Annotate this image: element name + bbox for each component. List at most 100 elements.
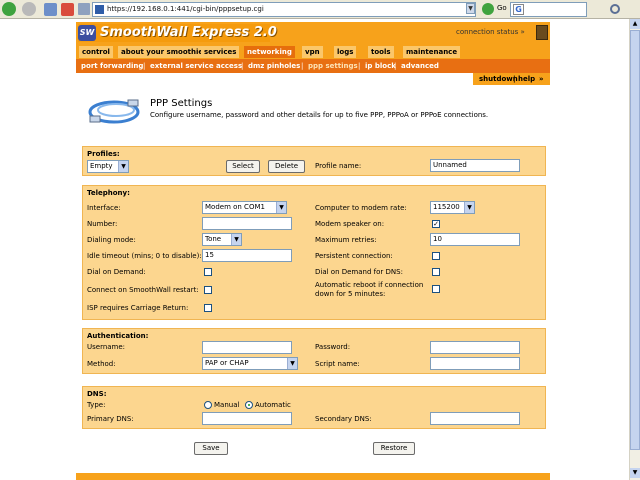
subnav-separator: | [358, 62, 361, 70]
secondary-dns-field[interactable] [430, 412, 520, 425]
profile-name-label: Profile name: [315, 162, 362, 170]
persistent-connection-label: Persistent connection: [315, 252, 393, 260]
carriage-return-checkbox[interactable] [204, 304, 212, 312]
password-label: Password: [315, 343, 351, 351]
google-icon: G [513, 4, 524, 15]
app-header: SW SmoothWall Express 2.0 connection sta… [76, 22, 550, 44]
telephony-section: Telephony: Interface: Modem on COM1 ▼ Co… [82, 185, 546, 320]
persistent-connection-checkbox[interactable] [432, 252, 440, 260]
restore-button[interactable]: Restore [373, 442, 415, 455]
dns-automatic-label[interactable]: Automatic [255, 401, 291, 410]
nav-services[interactable]: services [201, 46, 240, 58]
username-field[interactable] [202, 341, 292, 354]
auto-reboot-label-line1: Automatic reboot if connection [315, 281, 424, 289]
go-label[interactable]: Go [497, 4, 507, 12]
nav-maintenance[interactable]: maintenance [403, 46, 461, 58]
save-button[interactable]: Save [194, 442, 228, 455]
dial-on-demand-dns-label: Dial on Demand for DNS: [315, 268, 403, 276]
smoothwall-logo[interactable]: SW SmoothWall Express 2.0 [78, 24, 277, 42]
select-button[interactable]: Select [226, 160, 260, 173]
number-label: Number: [87, 220, 118, 228]
dns-title: DNS: [87, 390, 107, 398]
help-link[interactable]: help [518, 74, 535, 84]
auth-method-select[interactable]: PAP or CHAP ▼ [202, 357, 298, 370]
address-text: https://192.168.0.1:441/cgi-bin/pppsetup… [107, 5, 264, 13]
interface-select[interactable]: Modem on COM1 ▼ [202, 201, 287, 214]
browser-toolbar: https://192.168.0.1:441/cgi-bin/pppsetup… [0, 0, 640, 19]
chevron-down-icon: ▼ [118, 161, 128, 172]
page-description: Configure username, password and other d… [150, 111, 489, 119]
nav-logs[interactable]: logs [334, 46, 357, 58]
dial-on-demand-label: Dial on Demand: [87, 268, 146, 276]
smoothwall-logo-mark: SW [78, 25, 96, 41]
subnav-dmz-pinholes[interactable]: dmz pinholes [248, 61, 300, 71]
nav-control[interactable]: control [79, 46, 113, 58]
auth-method-value: PAP or CHAP [205, 359, 249, 367]
delete-button[interactable]: Delete [268, 160, 305, 173]
subnav-external-service-access[interactable]: external service access [150, 61, 242, 71]
auto-reboot-checkbox[interactable] [432, 285, 440, 293]
dns-manual-label[interactable]: Manual [214, 401, 239, 410]
password-field[interactable] [430, 341, 520, 354]
chevron-down-icon: ▼ [276, 202, 286, 213]
profile-name-field[interactable]: Unnamed [430, 159, 520, 172]
page: https://192.168.0.1:441/cgi-bin/pppsetup… [0, 0, 640, 480]
smoothwall-logo-text: SmoothWall Express 2.0 [100, 25, 277, 40]
modem-speaker-checkbox[interactable]: ✓ [432, 220, 440, 228]
dns-section: DNS: Type: Manual Automatic Primary DNS:… [82, 386, 546, 429]
scroll-down-icon[interactable]: ▼ [630, 468, 640, 478]
go-icon[interactable] [482, 3, 494, 15]
favicon-icon [95, 5, 104, 14]
nav-about[interactable]: about your smoothie [118, 46, 207, 58]
number-field[interactable] [202, 217, 292, 230]
dial-on-demand-dns-checkbox[interactable] [432, 268, 440, 276]
footer-bar [76, 473, 550, 480]
help-arrow-icon: » [539, 75, 544, 83]
max-retries-field[interactable]: 10 [430, 233, 520, 246]
dialing-mode-value: Tone [205, 235, 222, 243]
scroll-thumb[interactable] [630, 30, 640, 450]
nav-vpn[interactable]: vpn [302, 46, 323, 58]
stop-icon[interactable] [61, 3, 74, 16]
subnav-separator: | [394, 62, 397, 70]
auto-reboot-label-line2: down for 5 minutes: [315, 290, 386, 298]
profile-select[interactable]: Empty ▼ [87, 160, 129, 173]
main-nav: control about your smoothie services net… [76, 44, 550, 59]
primary-dns-label: Primary DNS: [87, 415, 134, 423]
home-icon[interactable] [78, 3, 90, 15]
subnav-ip-block[interactable]: ip block [365, 61, 396, 71]
forward-icon[interactable] [22, 2, 36, 16]
address-dropdown-icon[interactable]: ▼ [466, 3, 475, 14]
dial-on-demand-checkbox[interactable] [204, 268, 212, 276]
address-bar[interactable]: https://192.168.0.1:441/cgi-bin/pppsetup… [92, 2, 476, 17]
connection-status-link[interactable]: connection status » [456, 28, 525, 36]
connect-on-restart-checkbox[interactable] [204, 286, 212, 294]
nav-tools[interactable]: tools [368, 46, 394, 58]
sub-nav: port forwarding | external service acces… [76, 59, 550, 73]
idle-timeout-field[interactable]: 15 [202, 249, 292, 262]
reload-icon[interactable] [44, 3, 57, 16]
nav-networking[interactable]: networking [244, 46, 295, 58]
search-icon[interactable] [610, 4, 620, 14]
subnav-port-forwarding[interactable]: port forwarding [81, 61, 143, 71]
subnav-advanced[interactable]: advanced [401, 61, 439, 71]
primary-dns-field[interactable] [202, 412, 292, 425]
scroll-up-icon[interactable]: ▲ [630, 19, 640, 29]
profiles-section: Profiles: Empty ▼ Select Delete Profile … [82, 146, 546, 176]
search-input[interactable]: G [510, 2, 587, 17]
script-name-field[interactable] [430, 357, 520, 370]
modem-rate-select[interactable]: 115200 ▼ [430, 201, 475, 214]
shutdown-link[interactable]: shutdown [479, 74, 518, 84]
dns-automatic-radio[interactable] [245, 401, 253, 409]
modem-rate-label: Computer to modem rate: [315, 204, 407, 212]
back-icon[interactable] [2, 2, 16, 16]
dialing-mode-select[interactable]: Tone ▼ [202, 233, 242, 246]
subnav-ppp-settings[interactable]: ppp settings [308, 61, 358, 71]
max-retries-label: Maximum retries: [315, 236, 377, 244]
dns-manual-radio[interactable] [204, 401, 212, 409]
chevron-down-icon: ▼ [231, 234, 241, 245]
subnav-separator: | [241, 62, 244, 70]
script-name-label: Script name: [315, 360, 360, 368]
vertical-scrollbar[interactable]: ▲ ▼ [629, 19, 640, 480]
idle-timeout-label: Idle timeout (mins; 0 to disable): [87, 252, 202, 260]
